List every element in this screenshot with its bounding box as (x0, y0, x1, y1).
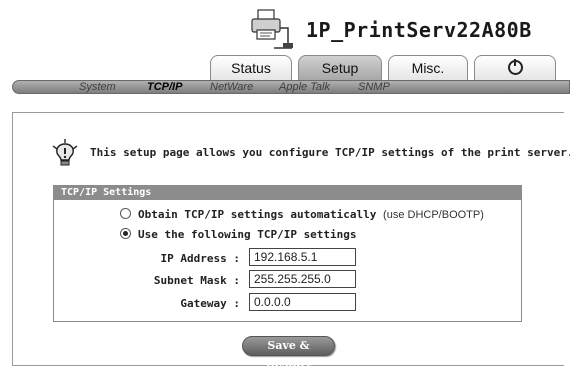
panel-title: TCP/IP Settings (54, 186, 521, 200)
tab-status[interactable]: Status (210, 55, 292, 81)
gateway-label: Gateway : (180, 297, 240, 310)
radio-auto[interactable] (120, 208, 131, 219)
dhcp-hint: (use DHCP/BOOTP) (383, 209, 484, 221)
sub-navigation: System TCP/IP NetWare Apple Talk SNMP (12, 80, 570, 94)
save-restart-button[interactable]: Save & Restart (242, 336, 335, 370)
power-icon (507, 59, 523, 75)
device-name: 1P_PrintServ22A80B (306, 18, 532, 42)
tab-power[interactable] (474, 55, 556, 81)
header: 1P_PrintServ22A80B (0, 0, 570, 60)
subnet-mask-input[interactable] (249, 270, 356, 288)
subnav-snmp[interactable]: SNMP (358, 81, 390, 94)
gateway-input[interactable] (249, 293, 356, 311)
ip-address-input[interactable] (249, 248, 356, 266)
subnav-netware[interactable]: NetWare (210, 81, 253, 94)
ip-address-label: IP Address : (160, 252, 240, 265)
subnav-appletalk[interactable]: Apple Talk (279, 81, 330, 94)
obtain-auto-option[interactable]: Obtain TCP/IP settings automatically (us… (120, 207, 484, 221)
subnav-tcpip[interactable]: TCP/IP (147, 81, 182, 94)
tab-setup[interactable]: Setup (298, 55, 382, 81)
subnav-system[interactable]: System (79, 81, 116, 94)
tab-misc[interactable]: Misc. (388, 55, 468, 81)
use-following-label: Use the following TCP/IP settings (138, 228, 357, 241)
radio-manual[interactable] (120, 228, 131, 239)
lightbulb-icon (52, 139, 78, 166)
use-following-option[interactable]: Use the following TCP/IP settings (120, 227, 357, 241)
obtain-auto-label: Obtain TCP/IP settings automatically (138, 208, 377, 221)
printer-network-icon (251, 9, 293, 49)
info-text: This setup page allows you configure TCP… (90, 146, 570, 159)
subnet-mask-label: Subnet Mask : (153, 274, 240, 287)
